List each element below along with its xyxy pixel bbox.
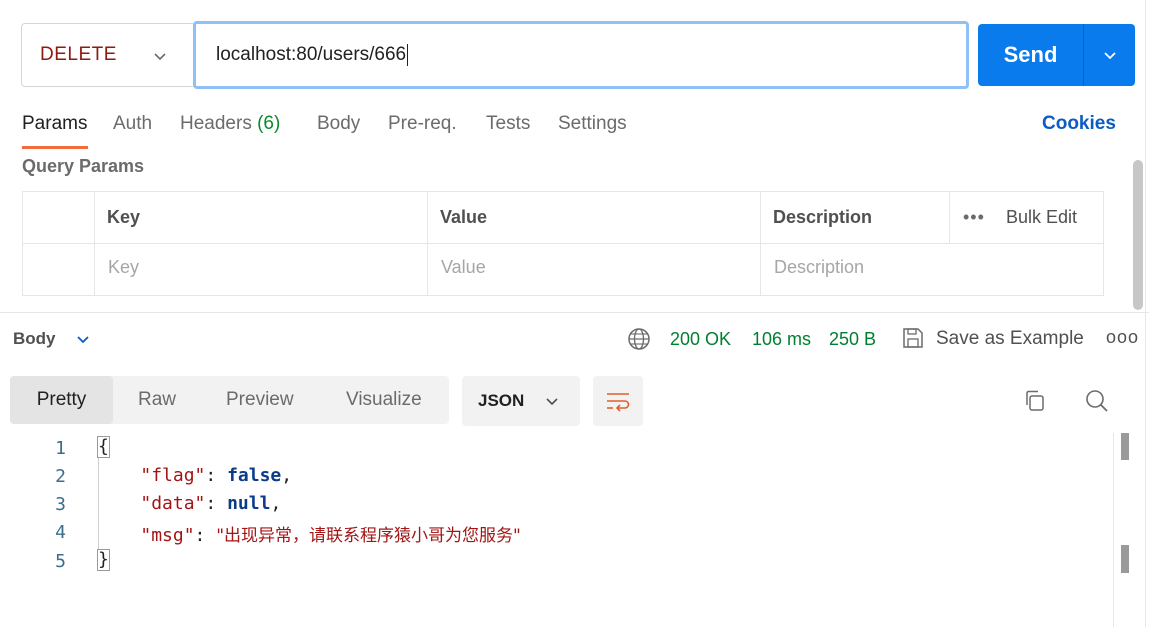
headers-count: (6): [257, 113, 281, 134]
url-value: localhost:80/users/666: [216, 44, 407, 65]
line-number: 1: [55, 438, 66, 459]
column-divider: [949, 192, 950, 243]
view-tab-preview[interactable]: Preview: [226, 376, 294, 424]
more-options-icon[interactable]: ooo: [1106, 327, 1139, 348]
line-number: 3: [55, 494, 66, 515]
tab-tests[interactable]: Tests: [486, 113, 530, 135]
chevron-down-icon: [546, 398, 558, 406]
value-input[interactable]: Value: [441, 257, 486, 278]
tab-headers[interactable]: Headers (6): [180, 113, 280, 135]
line-number: 5: [55, 551, 66, 572]
pane-divider[interactable]: [0, 312, 1149, 313]
send-options-button[interactable]: [1083, 24, 1135, 86]
cookies-link[interactable]: Cookies: [1042, 113, 1116, 135]
scrollbar-marker[interactable]: [1121, 545, 1129, 573]
code-line[interactable]: "flag": false,: [97, 465, 292, 486]
json-value: false: [227, 465, 282, 486]
json-value: null: [227, 493, 271, 514]
brace-open: {: [97, 436, 110, 458]
copy-icon[interactable]: [1022, 388, 1048, 414]
code-scroll-track: [1113, 433, 1114, 627]
response-size[interactable]: 250 B: [829, 329, 876, 350]
save-as-example-button[interactable]: Save as Example: [936, 328, 1084, 350]
header-description: Description: [773, 207, 873, 227]
response-time[interactable]: 106 ms: [752, 329, 811, 350]
code-line[interactable]: {: [97, 436, 110, 458]
response-body-label[interactable]: Body: [13, 329, 56, 349]
send-button[interactable]: Send: [978, 24, 1083, 86]
window-edge: [1145, 0, 1146, 627]
scrollbar[interactable]: [1133, 160, 1143, 310]
header-key: Key: [107, 207, 141, 227]
line-number: 2: [55, 466, 66, 487]
tab-auth[interactable]: Auth: [113, 113, 152, 135]
tab-body[interactable]: Body: [317, 113, 360, 135]
tab-params[interactable]: Params: [22, 113, 87, 135]
scrollbar-marker[interactable]: [1121, 433, 1129, 460]
json-key: "msg": [140, 525, 195, 546]
view-tab-visualize[interactable]: Visualize: [346, 376, 422, 424]
json-key: "flag": [140, 465, 206, 486]
chevron-down-icon[interactable]: [75, 331, 91, 347]
header-value: Value: [440, 207, 488, 227]
chevron-down-icon: [1103, 52, 1116, 60]
view-tab-pretty[interactable]: Pretty: [10, 376, 113, 424]
globe-icon[interactable]: [627, 327, 651, 351]
active-tab-indicator: [22, 146, 88, 149]
bulk-edit-button[interactable]: Bulk Edit: [1006, 207, 1077, 228]
status-code[interactable]: 200 OK: [670, 329, 731, 350]
format-label: JSON: [478, 391, 525, 410]
description-input[interactable]: Description: [774, 257, 864, 278]
code-line[interactable]: "data": null,: [97, 493, 281, 514]
wrap-lines-button[interactable]: [593, 376, 643, 426]
json-value: "出现异常，请联系程序猿小哥为您服务": [216, 526, 521, 546]
brace-close: }: [97, 549, 110, 571]
key-input[interactable]: Key: [108, 257, 139, 278]
view-tab-raw[interactable]: Raw: [138, 376, 176, 424]
save-icon: [903, 328, 923, 348]
chevron-down-icon: [154, 53, 166, 61]
more-options-icon[interactable]: •••: [963, 207, 985, 228]
method-label: DELETE: [40, 44, 117, 65]
query-params-title: Query Params: [22, 156, 145, 176]
method-select[interactable]: DELETE: [21, 23, 193, 87]
query-params-table: Key Value Description ••• Bulk Edit Key …: [22, 191, 1104, 296]
text-caret: [407, 44, 409, 66]
code-line[interactable]: }: [97, 549, 110, 571]
wrap-lines-icon: [607, 393, 630, 412]
row-divider: [23, 243, 1103, 244]
code-line[interactable]: "msg": "出现异常，请联系程序猿小哥为您服务": [97, 521, 521, 546]
format-select[interactable]: JSON: [462, 376, 580, 426]
tab-pre-request[interactable]: Pre-req.: [388, 113, 457, 135]
tab-settings[interactable]: Settings: [558, 113, 627, 135]
json-key: "data": [140, 493, 206, 514]
tab-headers-label: Headers: [180, 113, 252, 134]
url-input[interactable]: localhost:80/users/666: [193, 21, 969, 89]
search-icon[interactable]: [1084, 388, 1110, 414]
line-number: 4: [55, 522, 66, 543]
